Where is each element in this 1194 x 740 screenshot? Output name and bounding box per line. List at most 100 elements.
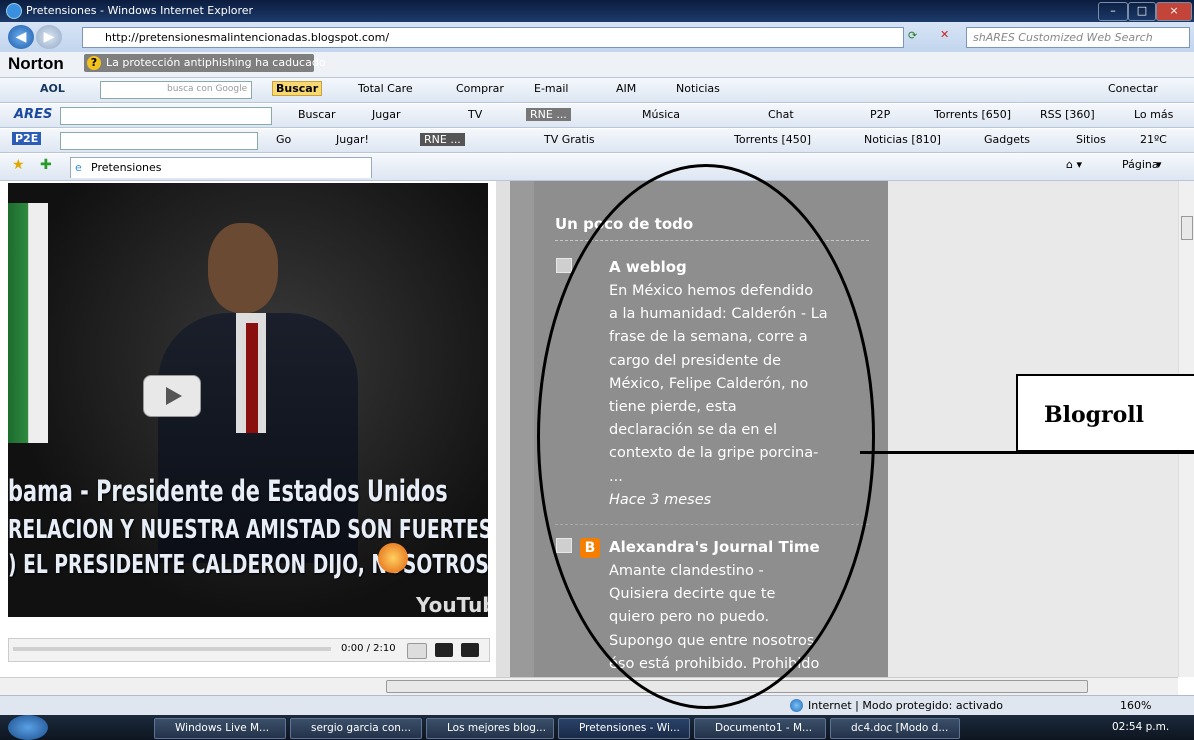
ares-item-7[interactable]: Torrents [650] <box>934 108 1011 121</box>
search-placeholder: shARES Customized Web Search <box>973 31 1153 44</box>
aol-item-1[interactable]: Comprar <box>456 82 504 95</box>
youtube-watermark[interactable]: YouTube <box>416 593 488 617</box>
p2e-item-5[interactable]: Noticias [810] <box>864 133 941 146</box>
p2e-logo: P2E <box>12 132 42 145</box>
p2e-search-input[interactable] <box>60 132 258 150</box>
p2e-item-7[interactable]: Sitios <box>1076 133 1106 146</box>
horizontal-scrollbar[interactable] <box>0 677 1178 695</box>
resize-icon[interactable] <box>435 643 453 657</box>
buscar-button[interactable]: Buscar <box>272 81 323 96</box>
start-button[interactable] <box>8 715 48 740</box>
aol-item-3[interactable]: AIM <box>616 82 636 95</box>
ares-item-8[interactable]: RSS [360] <box>1040 108 1095 121</box>
command-herramientas[interactable]: ▾ <box>1156 158 1162 171</box>
address-url-text: http://pretensionesmalintencionadas.blog… <box>105 31 390 44</box>
aol-item-2[interactable]: E-mail <box>534 82 569 95</box>
ares-search-input[interactable] <box>60 107 272 125</box>
help-icon: ? <box>87 56 101 70</box>
command-pagina[interactable]: Página <box>1122 158 1159 171</box>
ares-item-1[interactable]: Jugar <box>372 108 400 121</box>
p2e-toolbar: P2E Go Jugar! RNE ... TV Gratis Torrents… <box>0 129 1194 153</box>
video-player[interactable]: bama - Presidente de Estados Unidos RELA… <box>8 183 488 617</box>
taskbar-item-1[interactable]: sergio garcia con... <box>290 718 422 739</box>
ares-item-0[interactable]: Buscar <box>298 108 336 121</box>
clock[interactable]: 02:54 p.m. <box>1112 721 1169 733</box>
ares-item-9[interactable]: Lo más <box>1134 108 1173 121</box>
taskbar-label: Documento1 - M... <box>715 722 813 734</box>
video-caption-2: RELACION Y NUESTRA AMISTAD SON FUERTES, <box>8 515 488 545</box>
tab-bar: ★ ✚ e Pretensiones ⌂ ▾ Página ▾ <box>0 154 1194 181</box>
taskbar-item-3[interactable]: Pretensiones - Wi... <box>558 718 690 739</box>
tab-pretensiones[interactable]: e Pretensiones <box>70 157 372 178</box>
p2e-item-3[interactable]: TV Gratis <box>544 133 595 146</box>
address-input[interactable]: http://pretensionesmalintencionadas.blog… <box>82 27 904 48</box>
taskbar-label: dc4.doc [Modo d... <box>851 722 949 734</box>
collapse-toggle-icon[interactable] <box>556 258 572 273</box>
home-icon[interactable]: ⌂ ▾ <box>1066 158 1082 171</box>
aol-search-hint: busca con Google <box>167 84 248 94</box>
tab-label: Pretensiones <box>91 161 162 174</box>
forward-icon[interactable]: ▶ <box>36 25 62 49</box>
flag-image <box>8 203 48 443</box>
back-icon[interactable]: ◀ <box>8 25 34 49</box>
aol-label[interactable]: AOL <box>40 82 65 95</box>
taskbar-item-0[interactable]: Windows Live M... <box>154 718 286 739</box>
norton-logo: Norton <box>8 54 64 73</box>
norton-toolbar: Norton ? La protección antiphishing ha c… <box>0 52 1194 78</box>
speaker-head <box>208 223 278 313</box>
video-progress-track[interactable] <box>13 647 331 651</box>
p2e-item-1[interactable]: Jugar! <box>336 133 369 146</box>
p2e-item-8: 21ºC <box>1140 133 1167 146</box>
ares-item-6[interactable]: P2P <box>870 108 890 121</box>
taskbar-label: Pretensiones - Wi... <box>579 722 680 734</box>
norton-warning-text: La protección antiphishing ha caducado <box>106 56 326 69</box>
ares-item-4[interactable]: Música <box>642 108 680 121</box>
ares-item-3[interactable]: RNE ... <box>526 108 571 121</box>
p2e-item-2[interactable]: RNE ... <box>420 133 465 146</box>
search-input[interactable]: shARES Customized Web Search <box>966 27 1190 48</box>
norton-warning-badge[interactable]: ? La protección antiphishing ha caducado <box>84 54 326 72</box>
taskbar-item-5[interactable]: dc4.doc [Modo d... <box>830 718 960 739</box>
ares-toolbar: ARES Buscar Jugar TV RNE ... Música Chat… <box>0 104 1194 128</box>
minimize-button[interactable]: – <box>1098 2 1128 21</box>
aol-search-input[interactable]: busca con Google <box>100 81 252 99</box>
p2e-item-6[interactable]: Gadgets <box>984 133 1030 146</box>
fullscreen-icon[interactable] <box>461 643 479 657</box>
vertical-scroll-thumb[interactable] <box>1181 216 1193 240</box>
p2e-item-4[interactable]: Torrents [450] <box>734 133 811 146</box>
zoom-level[interactable]: 160% <box>1120 699 1151 712</box>
favorites-star-icon[interactable]: ★ <box>12 157 25 173</box>
speaker-tie <box>246 323 258 433</box>
ares-item-5[interactable]: Chat <box>768 108 794 121</box>
p2e-item-0[interactable]: Go <box>276 133 291 146</box>
connect-link[interactable]: Conectar <box>1108 82 1158 95</box>
annotation-oval <box>537 164 875 709</box>
status-bar: Internet | Modo protegido: activado 160% <box>0 695 1194 716</box>
close-button[interactable]: × <box>1156 2 1192 21</box>
globe-icon <box>790 699 803 712</box>
ie-tab-icon: e <box>75 161 82 174</box>
stop-icon[interactable]: ✕ <box>940 28 949 41</box>
aol-item-4[interactable]: Noticias <box>676 82 720 95</box>
taskbar-label: Los mejores blog... <box>447 722 546 734</box>
ares-logo: ARES <box>14 107 53 122</box>
taskbar-label: Windows Live M... <box>175 722 270 734</box>
taskbar: Windows Live M... sergio garcia con... L… <box>0 715 1194 740</box>
aol-toolbar: AOL busca con Google Buscar Total Care C… <box>0 78 1194 103</box>
ares-item-2[interactable]: TV <box>468 108 482 121</box>
taskbar-item-4[interactable]: Documento1 - M... <box>694 718 826 739</box>
play-button[interactable] <box>143 375 201 417</box>
add-favorite-icon[interactable]: ✚ <box>40 157 52 173</box>
video-caption-1: bama - Presidente de Estados Unidos <box>8 474 448 508</box>
window-title-bar: Pretensiones - Windows Internet Explorer… <box>0 0 1194 22</box>
taskbar-label: sergio garcia con... <box>311 722 411 734</box>
refresh-icon[interactable]: ⟳ <box>908 29 917 42</box>
taskbar-item-2[interactable]: Los mejores blog... <box>426 718 554 739</box>
maximize-button[interactable]: □ <box>1128 2 1156 21</box>
volume-icon[interactable] <box>407 643 427 659</box>
aol-item-0[interactable]: Total Care <box>358 82 413 95</box>
annotation-callout: Blogroll <box>1016 374 1194 452</box>
window-title: Pretensiones - Windows Internet Explorer <box>26 4 254 17</box>
video-time: 0:00 / 2:10 <box>341 643 396 654</box>
security-zone[interactable]: Internet | Modo protegido: activado <box>808 699 1003 712</box>
